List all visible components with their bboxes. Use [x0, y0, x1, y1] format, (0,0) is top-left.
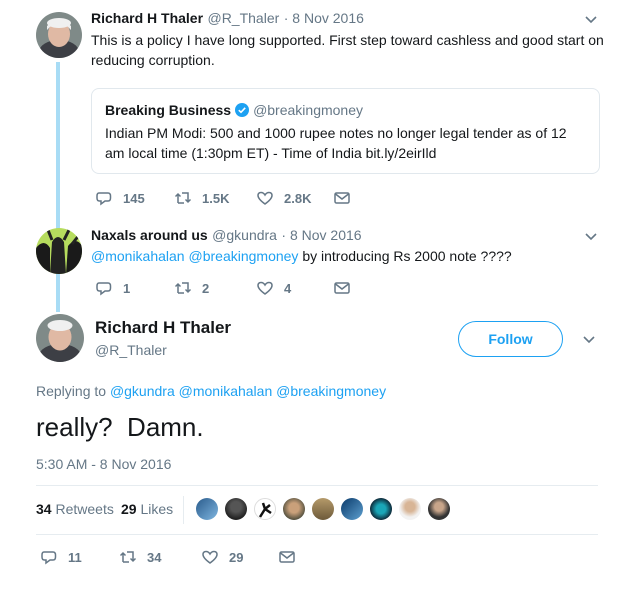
quoted-tweet-text: Indian PM Modi: 500 and 1000 rupee notes…	[105, 123, 585, 163]
thread-line	[56, 62, 60, 312]
retweet-icon	[174, 192, 192, 204]
author-handle[interactable]: @gkundra	[212, 227, 277, 243]
reply-icon	[96, 192, 112, 206]
author-name[interactable]: Richard H Thaler	[95, 318, 231, 338]
avatar[interactable]	[36, 314, 84, 362]
stats-separator	[183, 496, 184, 524]
reply-mention[interactable]: @gkundra	[110, 383, 175, 399]
tweet-text-body: by introducing Rs 2000 note ????	[298, 248, 512, 264]
retweet-stat-count: 34	[36, 501, 52, 517]
divider	[36, 485, 598, 486]
verified-badge-icon	[235, 103, 250, 117]
retweet-button[interactable]: 2	[174, 279, 209, 297]
retweet-button[interactable]: 1.5K	[174, 189, 229, 207]
dm-button[interactable]	[333, 189, 361, 207]
tweet-text: really? Damn.	[36, 412, 204, 442]
avatar[interactable]	[370, 498, 392, 520]
author-name[interactable]: Richard H Thaler	[91, 10, 203, 26]
reply-icon	[41, 551, 57, 565]
retweet-stat-label: Retweets	[55, 501, 114, 517]
retweet-count: 1.5K	[202, 190, 230, 206]
like-button[interactable]: 29	[201, 548, 243, 566]
avatar[interactable]	[428, 498, 450, 520]
avatar[interactable]	[254, 498, 276, 520]
avatar[interactable]	[196, 498, 218, 520]
quoted-link[interactable]: bit.ly/2eirIld	[366, 145, 437, 161]
like-stat-count: 29	[121, 501, 137, 517]
like-button[interactable]: 2.8K	[256, 189, 311, 207]
retweet-count: 2	[202, 280, 210, 296]
author-name[interactable]: Naxals around us	[91, 227, 208, 243]
chevron-down-icon[interactable]	[582, 333, 596, 347]
tweet-text: This is a policy I have long supported. …	[91, 32, 604, 68]
retweet-icon	[119, 551, 137, 563]
envelope-icon	[279, 551, 295, 563]
reply-icon	[96, 282, 112, 296]
like-stats[interactable]: 29 Likes	[121, 501, 173, 517]
avatar[interactable]	[225, 498, 247, 520]
envelope-icon	[334, 192, 350, 204]
dm-button[interactable]	[278, 548, 306, 566]
heart-icon	[202, 550, 218, 564]
heart-icon	[257, 281, 273, 295]
quoted-author-handle: @breakingmoney	[253, 102, 363, 118]
replying-to: Replying to @gkundra @monikahalan @break…	[36, 383, 386, 399]
tweet-date[interactable]: · 8 Nov 2016	[284, 10, 364, 26]
retweet-button[interactable]: 34	[119, 548, 161, 566]
like-count: 29	[229, 549, 244, 565]
quoted-author-name: Breaking Business	[105, 102, 232, 118]
mention-link[interactable]: @monikahalan	[91, 248, 185, 264]
tweet-timestamp[interactable]: 5:30 AM - 8 Nov 2016	[36, 456, 171, 472]
avatar[interactable]	[341, 498, 363, 520]
tweet-date[interactable]: · 8 Nov 2016	[281, 227, 361, 243]
mention-link[interactable]: @breakingmoney	[189, 248, 299, 264]
reply-button[interactable]: 1	[95, 279, 130, 297]
reply-mention[interactable]: @monikahalan	[179, 383, 273, 399]
avatar[interactable]	[312, 498, 334, 520]
heart-icon	[257, 191, 273, 205]
avatar[interactable]	[399, 498, 421, 520]
quoted-tweet[interactable]: Breaking Business @breakingmoney Indian …	[91, 88, 600, 174]
reply-count: 145	[123, 190, 145, 206]
chevron-down-icon[interactable]	[584, 230, 598, 244]
retweet-count: 34	[147, 549, 162, 565]
reply-button[interactable]: 11	[40, 548, 82, 566]
tweet-text: @monikahalan @breakingmoney by introduci…	[91, 246, 611, 266]
retweet-icon	[174, 282, 192, 294]
envelope-icon	[334, 282, 350, 294]
reply-count: 1	[123, 280, 131, 296]
divider	[36, 534, 598, 535]
avatar[interactable]	[36, 228, 82, 274]
follow-button[interactable]: Follow	[458, 321, 563, 357]
dm-button[interactable]	[333, 279, 361, 297]
author-handle[interactable]: @R_Thaler	[95, 342, 167, 358]
quoted-text-body: Indian PM Modi: 500 and 1000 rupee notes…	[105, 125, 567, 161]
like-stat-label: Likes	[140, 501, 174, 517]
reply-mention[interactable]: @breakingmoney	[276, 383, 386, 399]
like-count: 4	[284, 280, 292, 296]
like-count: 2.8K	[284, 190, 312, 206]
replying-to-label: Replying to	[36, 383, 107, 399]
avatar[interactable]	[283, 498, 305, 520]
retweet-stats[interactable]: 34 Retweets	[36, 501, 114, 517]
author-handle[interactable]: @R_Thaler	[207, 10, 279, 26]
reply-button[interactable]: 145	[95, 189, 145, 207]
like-button[interactable]: 4	[256, 279, 291, 297]
reply-count: 11	[68, 549, 82, 565]
avatar[interactable]	[36, 12, 82, 58]
chevron-down-icon[interactable]	[584, 13, 598, 27]
